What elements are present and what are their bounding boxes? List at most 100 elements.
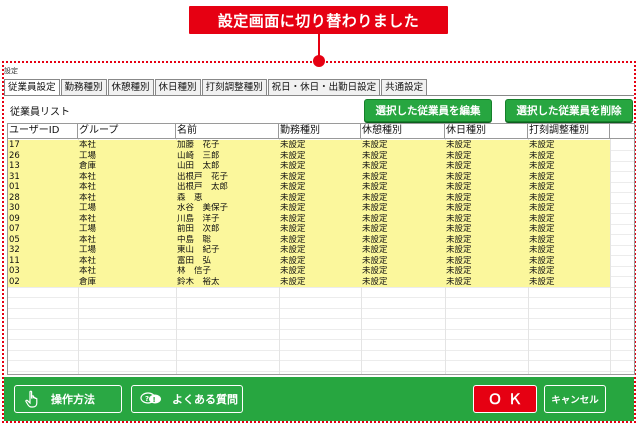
table-cell: 未設定 xyxy=(529,140,555,150)
table-cell: 未設定 xyxy=(446,192,472,203)
table-cell: 13 xyxy=(9,161,20,171)
table-cell: 未設定 xyxy=(446,161,472,171)
table-row[interactable]: 32 工場 東山 紀子 未設定 未設定 未設定 未設定 xyxy=(8,245,610,256)
tab-clock-adjust-types[interactable]: 打刻調整種別 xyxy=(201,79,267,95)
table-cell: 工場 xyxy=(79,150,97,161)
table-cell: 倉庫 xyxy=(79,276,97,287)
table-cell: 未設定 xyxy=(529,213,555,224)
table-cell: 28 xyxy=(9,192,20,203)
table-cell: 未設定 xyxy=(362,203,388,213)
table-cell: 本社 xyxy=(79,255,97,266)
notice-callout: 設定画面に切り替わりました xyxy=(189,6,448,34)
table-cell: 未設定 xyxy=(446,140,472,150)
table-row[interactable]: 13 倉庫 山田 太郎 未設定 未設定 未設定 未設定 xyxy=(8,161,610,172)
table-cell: 未設定 xyxy=(280,203,306,213)
table-cell: 倉庫 xyxy=(79,161,97,171)
table-cell: 未設定 xyxy=(446,245,472,255)
table-row[interactable]: 07 工場 前田 次郎 未設定 未設定 未設定 未設定 xyxy=(8,224,610,235)
table-cell: 未設定 xyxy=(362,182,388,192)
column-header[interactable]: 打刻調整種別 xyxy=(528,124,610,138)
table-row[interactable]: 26 工場 山崎 三郎 未設定 未設定 未設定 未設定 xyxy=(8,150,610,161)
column-header[interactable]: ユーザーID xyxy=(8,124,78,138)
table-cell: 未設定 xyxy=(446,213,472,224)
row-gridline xyxy=(8,349,634,351)
column-header[interactable]: 休憩種別 xyxy=(361,124,445,138)
hand-pointer-icon xyxy=(23,390,41,408)
column-gridline xyxy=(610,139,611,374)
table-cell: 未設定 xyxy=(529,192,555,203)
faq-button-label: よくある質問 xyxy=(172,393,238,406)
table-row[interactable]: 30 工場 水谷 美保子 未設定 未設定 未設定 未設定 xyxy=(8,203,610,214)
column-header[interactable]: グループ xyxy=(78,124,176,138)
table-cell: 未設定 xyxy=(446,182,472,192)
table-row[interactable]: 09 本社 川島 洋子 未設定 未設定 未設定 未設定 xyxy=(8,213,610,224)
delete-employee-button[interactable]: 選択した従業員を削除 xyxy=(505,99,633,122)
table-cell: 森 恵 xyxy=(177,192,203,203)
table-cell: 鈴木 裕太 xyxy=(177,276,220,287)
column-header[interactable]: 勤務種別 xyxy=(279,124,361,138)
table-cell: 未設定 xyxy=(280,161,306,171)
tab-break-types[interactable]: 休憩種別 xyxy=(107,79,154,95)
table-cell: 未設定 xyxy=(529,203,555,213)
cancel-button[interactable]: キャンセル xyxy=(544,385,606,413)
tab-work-types[interactable]: 勤務種別 xyxy=(60,79,107,95)
table-cell: 未設定 xyxy=(529,150,555,161)
table-cell: 未設定 xyxy=(529,182,555,192)
table-cell: 未設定 xyxy=(280,266,306,276)
table-row[interactable]: 02 倉庫 鈴木 裕太 未設定 未設定 未設定 未設定 xyxy=(8,276,610,287)
callout-connector xyxy=(318,34,320,56)
table-cell: 富田 弘 xyxy=(177,255,212,266)
table-cell: 山田 太郎 xyxy=(177,161,220,171)
tab-common-settings[interactable]: 共通設定 xyxy=(381,79,428,95)
table-cell: 川島 洋子 xyxy=(177,213,220,224)
table-row[interactable]: 01 本社 出根戸 太郎 未設定 未設定 未設定 未設定 xyxy=(8,182,610,193)
tab-divider xyxy=(4,95,634,96)
table-row[interactable]: 28 本社 森 恵 未設定 未設定 未設定 未設定 xyxy=(8,192,610,203)
row-gridline xyxy=(8,307,634,309)
table-cell: 未設定 xyxy=(280,150,306,161)
table-cell: 03 xyxy=(9,266,20,276)
tab-holiday-workday-settings[interactable]: 祝日・休日・出勤日設定 xyxy=(267,79,381,95)
table-cell: 本社 xyxy=(79,182,97,192)
tab-holiday-types[interactable]: 休日種別 xyxy=(154,79,201,95)
table-cell: 未設定 xyxy=(280,276,306,287)
table-cell: 未設定 xyxy=(446,255,472,266)
table-cell: 未設定 xyxy=(280,140,306,150)
table-cell: 未設定 xyxy=(529,224,555,234)
row-gridline xyxy=(8,370,634,372)
column-header[interactable]: 名前 xyxy=(176,124,279,138)
help-button[interactable]: 操作方法 xyxy=(14,385,122,413)
table-cell: 31 xyxy=(9,171,20,182)
table-cell: 未設定 xyxy=(446,276,472,287)
faq-button[interactable]: ?! よくある質問 xyxy=(131,385,243,413)
table-cell: 未設定 xyxy=(280,255,306,266)
column-header[interactable]: 休日種別 xyxy=(445,124,528,138)
table-cell: 未設定 xyxy=(280,182,306,192)
table-cell: 未設定 xyxy=(362,171,388,182)
table-cell: 26 xyxy=(9,150,20,161)
tab-employee-settings[interactable]: 従業員設定 xyxy=(4,79,60,96)
window-title: 設定 xyxy=(4,67,18,75)
table-cell: 本社 xyxy=(79,234,97,245)
table-cell: 05 xyxy=(9,234,20,245)
row-gridline xyxy=(8,339,634,340)
table-row[interactable]: 05 本社 中島 聡 未設定 未設定 未設定 未設定 xyxy=(8,234,610,245)
table-cell: 未設定 xyxy=(446,234,472,245)
table-cell: 09 xyxy=(9,213,20,224)
table-cell: 未設定 xyxy=(362,255,388,266)
table-cell: 未設定 xyxy=(280,224,306,234)
table-row[interactable]: 17 本社 加藤 花子 未設定 未設定 未設定 未設定 xyxy=(8,140,610,151)
table-row[interactable]: 03 本社 林 信子 未設定 未設定 未設定 未設定 xyxy=(8,266,610,277)
table-cell: 工場 xyxy=(79,245,97,255)
table-cell: 中島 聡 xyxy=(177,234,212,245)
edit-employee-button[interactable]: 選択した従業員を編集 xyxy=(364,99,492,122)
row-gridline xyxy=(8,360,634,361)
footer-bar: 操作方法 ?! よくある質問 ＯＫ キャンセル xyxy=(4,377,634,421)
table-cell: 加藤 花子 xyxy=(177,140,220,150)
speech-bubbles-icon: ?! xyxy=(140,390,162,408)
table-cell: 未設定 xyxy=(529,266,555,276)
table-row[interactable]: 31 本社 出根戸 花子 未設定 未設定 未設定 未設定 xyxy=(8,171,610,182)
table-row[interactable]: 11 本社 富田 弘 未設定 未設定 未設定 未設定 xyxy=(8,255,610,266)
table-cell: 未設定 xyxy=(446,171,472,182)
ok-button[interactable]: ＯＫ xyxy=(473,385,537,413)
